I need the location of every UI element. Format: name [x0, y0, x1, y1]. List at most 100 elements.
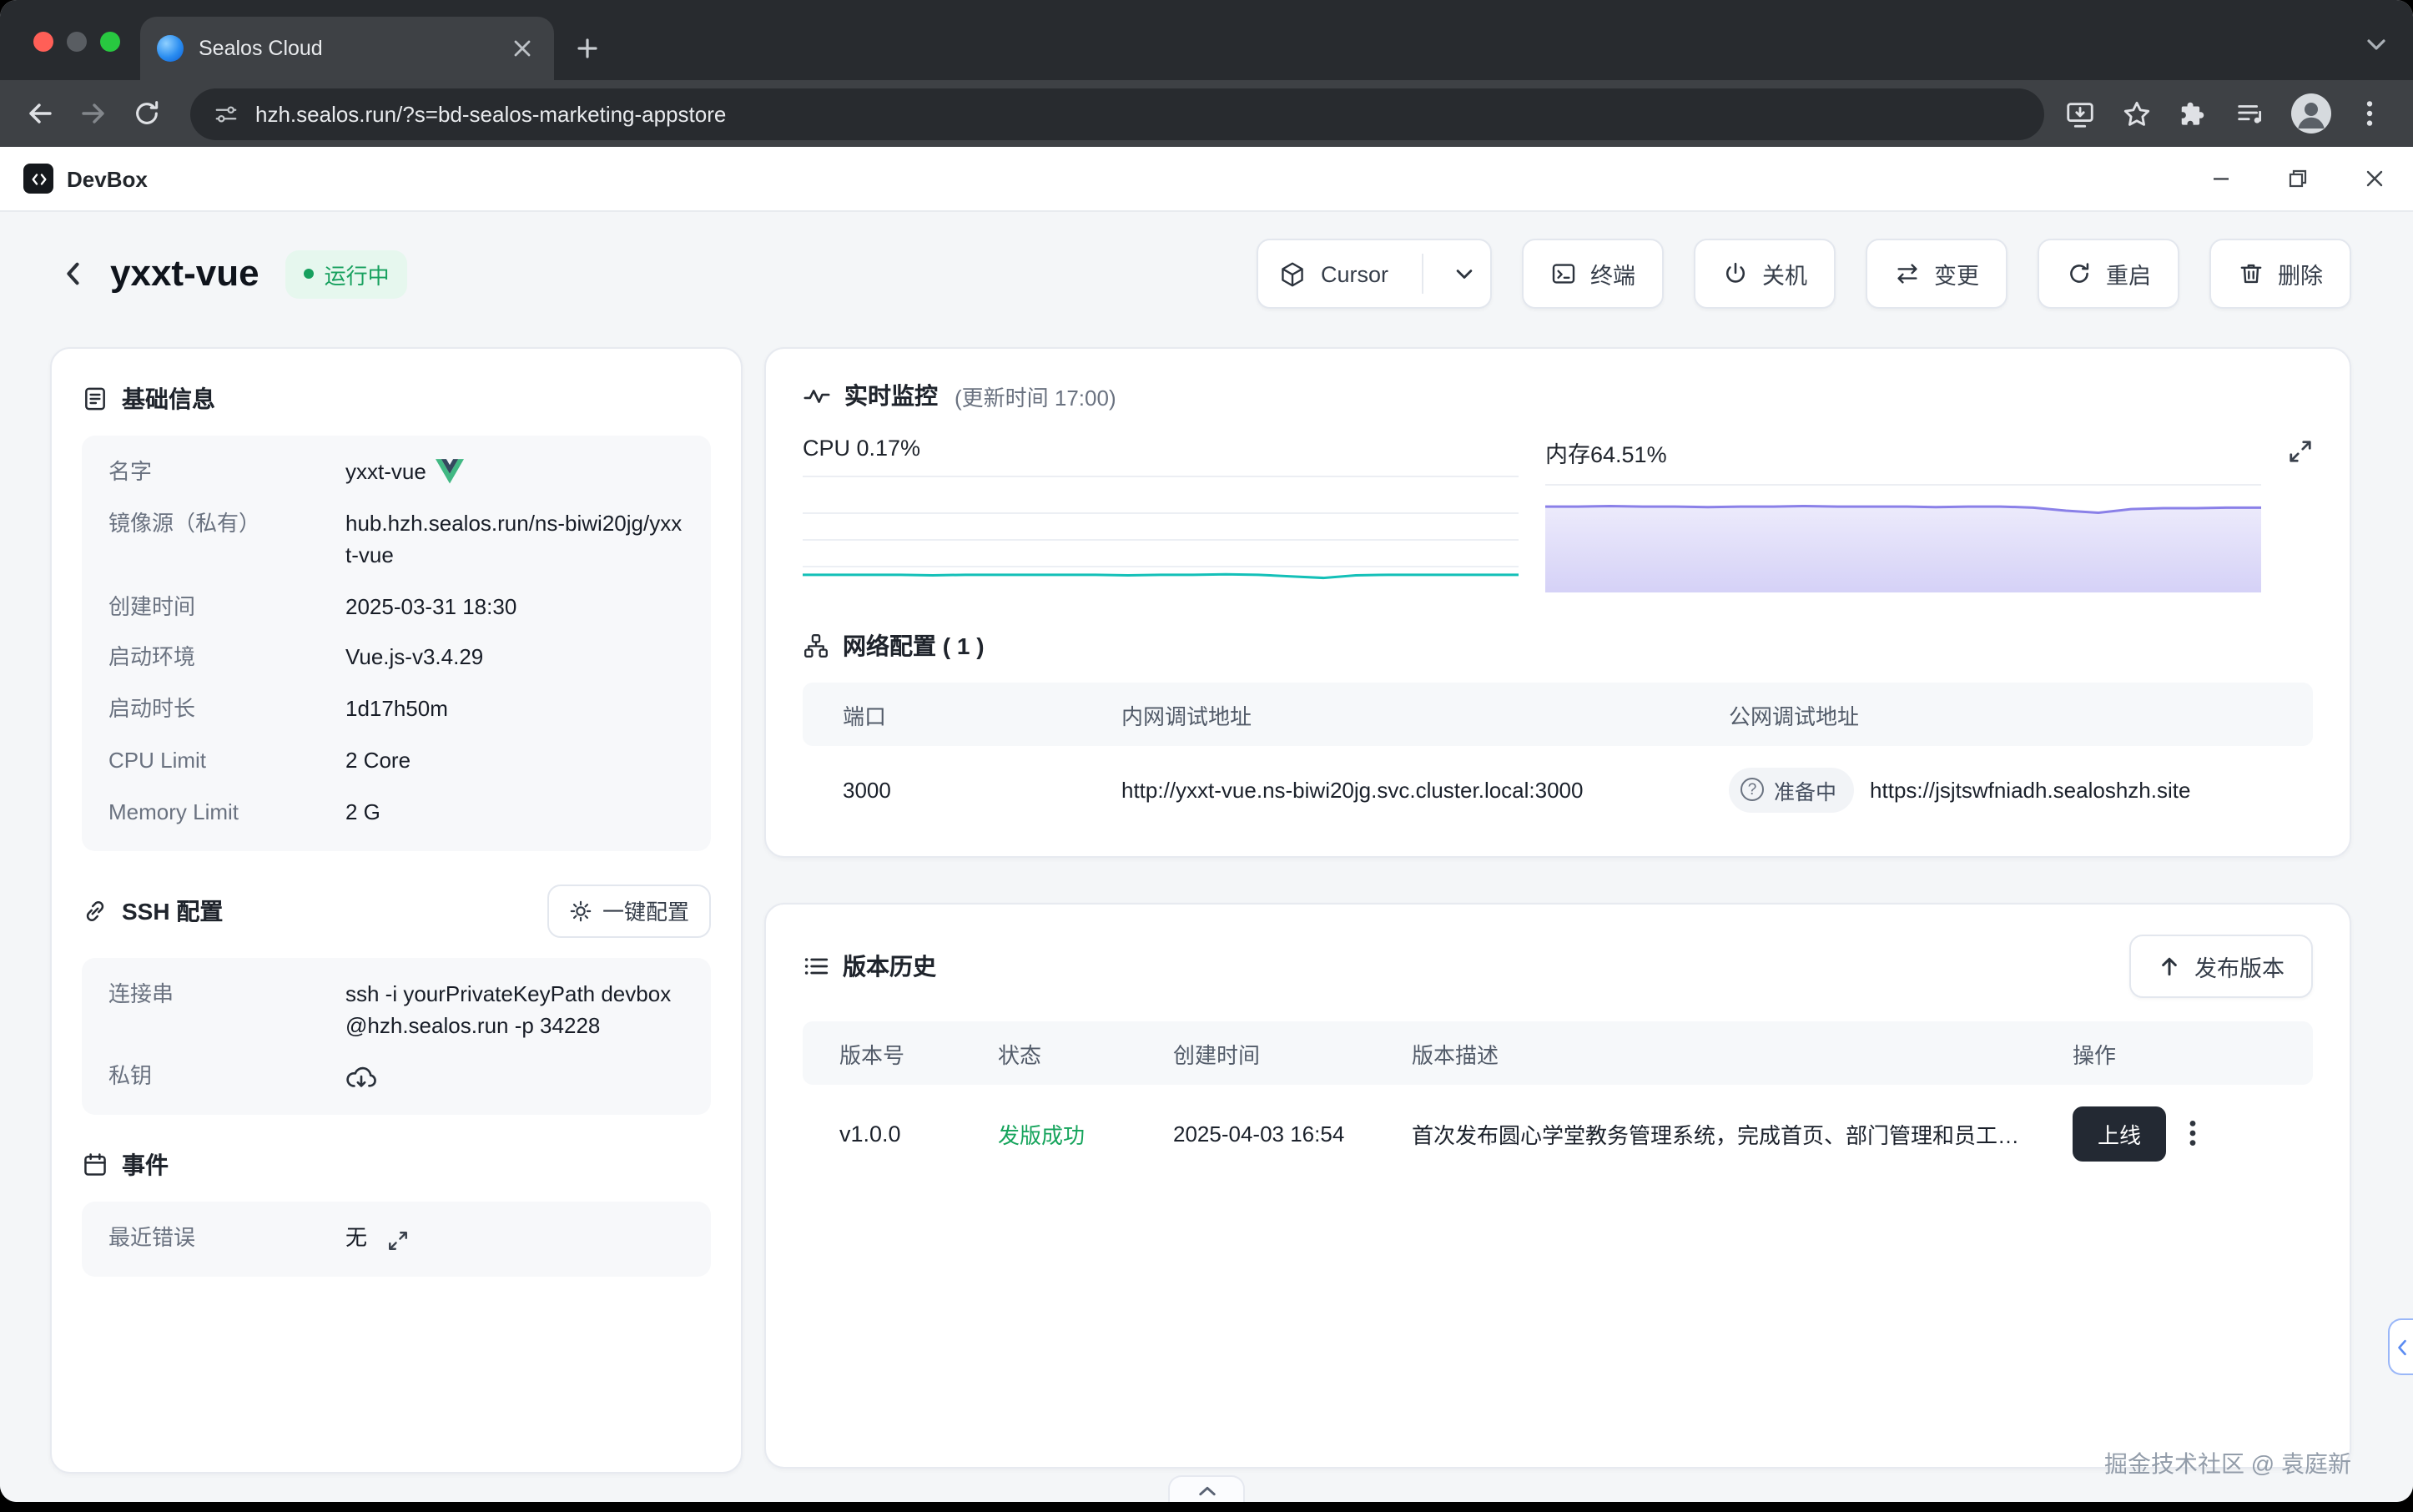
public-status-label: 准备中	[1774, 774, 1836, 805]
minimize-window-button[interactable]	[67, 32, 87, 52]
page-back-button[interactable]	[50, 250, 97, 297]
shutdown-button[interactable]: 关机	[1694, 239, 1836, 309]
profile-avatar[interactable]	[2291, 93, 2331, 134]
monitor-pulse-icon	[803, 381, 831, 410]
info-value: hub.hzh.sealos.run/ns-biwi20jg/yxxt-vue	[345, 509, 684, 572]
trash-icon	[2238, 260, 2264, 287]
install-app-icon[interactable]	[2064, 98, 2096, 129]
chevron-left-icon	[2395, 1338, 2407, 1356]
site-settings-icon[interactable]	[214, 101, 239, 126]
change-config-button[interactable]: 变更	[1866, 239, 2007, 309]
cpu-chart-panel: CPU 0.17%	[803, 436, 1519, 592]
info-label: Memory Limit	[108, 798, 345, 829]
ssh-one-click-config-button[interactable]: 一键配置	[547, 885, 711, 938]
document-icon	[82, 386, 108, 412]
address-bar[interactable]: hzh.sealos.run/?s=bd-sealos-marketing-ap…	[190, 88, 2044, 139]
terminal-button-label: 终端	[1590, 257, 1635, 290]
info-row: 名字 yxxt-vue	[108, 457, 684, 489]
memory-chart-panel: 内存64.51%	[1545, 436, 2261, 592]
ssh-connection-string: ssh -i yourPrivateKeyPath devbox@hzh.sea…	[345, 980, 684, 1042]
info-label: 启动环境	[108, 643, 345, 675]
back-button[interactable]	[13, 87, 67, 140]
bookmark-star-icon[interactable]	[2121, 98, 2153, 129]
column-description: 版本描述	[1412, 1037, 2073, 1069]
info-value: 2 Core	[345, 746, 411, 778]
publish-version-button[interactable]: 发布版本	[2129, 935, 2313, 998]
fullscreen-window-button[interactable]	[100, 32, 120, 52]
swap-arrows-icon	[1894, 260, 1921, 287]
browser-menu-icon[interactable]	[2356, 100, 2383, 127]
column-public-address: 公网调试地址	[1729, 698, 2273, 730]
info-value: yxxt-vue	[345, 457, 426, 489]
expand-icon[interactable]	[387, 1229, 409, 1251]
terminal-button[interactable]: 终端	[1522, 239, 1664, 309]
media-controls-icon[interactable]	[2234, 98, 2266, 129]
chevron-down-icon	[2366, 38, 2386, 52]
tab-search-button[interactable]	[2366, 30, 2386, 60]
browser-tab-strip: Sealos Cloud	[0, 0, 2413, 80]
events-title: 事件	[122, 1149, 169, 1182]
macos-window-controls	[33, 32, 120, 52]
new-tab-button[interactable]	[564, 25, 611, 72]
watermark: 掘金技术社区 @ 袁庭新	[2104, 1447, 2351, 1480]
power-icon	[1722, 260, 1749, 287]
info-label: CPU Limit	[108, 746, 345, 778]
expand-monitor-icon[interactable]	[2288, 439, 2313, 464]
devbox-close-button[interactable]	[2336, 147, 2413, 210]
cursor-button-main[interactable]: Cursor	[1259, 240, 1408, 307]
delete-button-label: 删除	[2278, 257, 2323, 290]
info-row: CPU Limit 2 Core	[108, 746, 684, 778]
column-version: 版本号	[839, 1037, 998, 1069]
restart-button[interactable]: 重启	[2038, 239, 2179, 309]
row-menu-icon[interactable]	[2189, 1120, 2196, 1147]
info-label: 名字	[108, 457, 345, 489]
ssh-config-button-label: 一键配置	[602, 895, 689, 927]
version-status: 发版成功	[998, 1117, 1173, 1149]
cursor-cube-icon	[1279, 260, 1307, 288]
chevron-left-icon	[58, 259, 88, 289]
info-row: 连接串 ssh -i yourPrivateKeyPath devbox@hzh…	[108, 980, 684, 1042]
side-panel-handle[interactable]	[2388, 1318, 2413, 1375]
cloud-download-icon[interactable]	[345, 1064, 377, 1092]
info-label: 连接串	[108, 980, 345, 1042]
extensions-icon[interactable]	[2178, 98, 2209, 129]
upload-arrow-icon	[2158, 955, 2181, 978]
devbox-minimize-button[interactable]	[2183, 147, 2259, 210]
info-row: 启动环境 Vue.js-v3.4.29	[108, 643, 684, 675]
forward-button[interactable]	[67, 87, 120, 140]
link-icon	[82, 898, 108, 925]
delete-button[interactable]: 删除	[2209, 239, 2351, 309]
events-box: 最近错误 无	[82, 1202, 711, 1278]
reload-button[interactable]	[120, 87, 174, 140]
info-row: 创建时间 2025-03-31 18:30	[108, 592, 684, 623]
collapse-panel-handle[interactable]	[1168, 1475, 1245, 1502]
browser-tab[interactable]: Sealos Cloud	[140, 17, 554, 80]
info-value: Vue.js-v3.4.29	[345, 643, 483, 675]
monitor-update-time: (更新时间 17:00)	[955, 380, 1116, 411]
memory-chart	[1545, 489, 2261, 592]
info-label: 镜像源（私有）	[108, 509, 345, 572]
devbox-restore-button[interactable]	[2259, 147, 2336, 210]
info-value: 2025-03-31 18:30	[345, 592, 516, 623]
ssh-config-title: SSH 配置	[122, 895, 223, 928]
close-window-button[interactable]	[33, 32, 53, 52]
version-created-time: 2025-04-03 16:54	[1173, 1121, 1412, 1146]
info-label: 启动时长	[108, 694, 345, 726]
column-internal-address: 内网调试地址	[1121, 698, 1729, 730]
status-dot	[305, 269, 315, 279]
ide-select-caret[interactable]	[1437, 240, 1490, 307]
public-address-link[interactable]: https://jsjtswfniadh.sealoshzh.site	[1870, 777, 2190, 802]
version-description: 首次发布圆心学堂教务管理系统，完成首页、部门管理和员工管理模块...	[1412, 1117, 2073, 1149]
url-text: hzh.sealos.run/?s=bd-sealos-marketing-ap…	[255, 101, 726, 126]
reload-icon	[132, 98, 162, 129]
cpu-chart	[803, 481, 1519, 584]
open-in-ide-button[interactable]: Cursor	[1257, 239, 1492, 309]
devbox-window-title: DevBox	[67, 166, 148, 191]
cursor-button-label: Cursor	[1321, 261, 1388, 286]
devbox-detail-page: yxxt-vue 运行中 Cursor	[0, 212, 2413, 1502]
button-divider	[1422, 254, 1423, 294]
go-online-button[interactable]: 上线	[2073, 1106, 2166, 1161]
cpu-usage-label: CPU 0.17%	[803, 436, 1519, 477]
version-table-header: 版本号 状态 创建时间 版本描述 操作	[803, 1021, 2313, 1085]
tab-close-icon[interactable]	[507, 33, 537, 63]
